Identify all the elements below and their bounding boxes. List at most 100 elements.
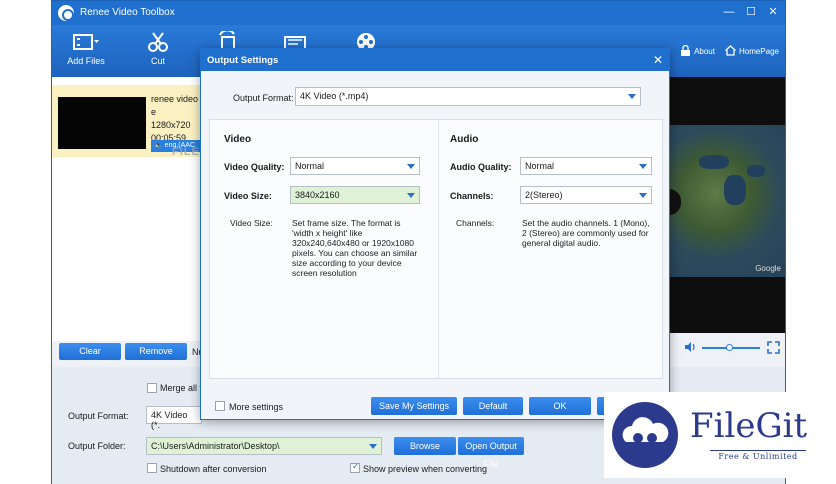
filegit-logo-icon [612,402,678,468]
desc-line: 320x240,640x480 or 1920x1080 [292,238,414,248]
map-lake-shape [747,165,765,177]
desc-line: 2 (Stereo) are commonly used for [522,228,649,238]
scissors-icon [148,32,168,52]
settings-panel: Video Video Quality: Normal Video Size: … [209,119,663,379]
file-info: renee video e 1280x720 00:05:59 [151,93,202,145]
chevron-down-icon[interactable] [369,444,377,449]
title-bar: Renee Video Toolbox — ☐ ✕ [52,1,785,25]
ok-button[interactable]: OK [529,397,591,415]
channels-label: Channels: [450,191,494,201]
dialog-title: Output Settings [207,55,279,66]
more-settings-checkbox[interactable] [215,401,225,411]
output-format-value: 4K Video (*. [151,410,188,430]
desc-line: size according to your device [292,258,402,268]
video-quality-label: Video Quality: [224,162,285,172]
chevron-down-icon[interactable] [628,94,636,99]
filegit-watermark: FileGit Free & Unlimited [604,392,836,478]
map-attribution: Google [755,264,781,273]
map-lake-shape [724,175,746,205]
audio-quality-label: Audio Quality: [450,162,512,172]
remove-button[interactable]: Remove [125,343,187,360]
output-folder-value: C:\Users\Administrator\Desktop\ [151,441,280,451]
desc-line: Set the audio channels. 1 (Mono), [522,218,650,228]
player-controls [664,339,784,357]
app-title: Renee Video Toolbox [80,7,175,18]
close-button[interactable]: ✕ [765,4,781,20]
dialog-output-format-select[interactable]: 4K Video (*.mp4) [295,87,641,106]
more-settings-label: More settings [229,402,284,412]
desc-line: pixels. You can choose an similar [292,248,418,258]
window-controls: — ☐ ✕ [721,4,781,20]
video-thumbnail [58,97,146,149]
panel-divider [438,120,439,378]
output-format-label: Output Format: [68,411,129,421]
video-size-label: Video Size: [224,191,272,201]
shutdown-label: Shutdown after conversion [160,464,267,474]
filegit-name: FileGit [690,406,808,446]
output-settings-dialog: Output Settings ✕ Output Format: 4K Vide… [200,48,670,420]
show-preview-checkbox[interactable] [350,461,360,473]
cut-label: Cut [150,56,165,66]
default-button[interactable]: Default [463,397,523,415]
file-name: renee video e [151,94,199,117]
volume-icon[interactable] [684,341,696,353]
homepage-link[interactable]: HomePage [725,45,779,56]
speaker-icon: 🔈 [154,142,163,149]
output-folder-label: Output Folder: [68,441,126,451]
video-size-description: Set frame size. The format is 'width x h… [292,218,417,278]
channels-desc-label: Channels: [456,218,495,228]
map-lake-shape [699,155,729,169]
dialog-title-bar: Output Settings [201,49,669,71]
audio-quality-value: Normal [525,161,555,171]
output-folder-input[interactable]: C:\Users\Administrator\Desktop\ [146,437,382,455]
preview-collapse-handle[interactable] [669,189,681,215]
add-files-button[interactable]: Add Files [56,31,116,66]
maximize-button[interactable]: ☐ [743,4,759,20]
filegit-tagline: Free & Unlimited [710,450,806,461]
channels-description: Set the audio channels. 1 (Mono), 2 (Ste… [522,218,650,248]
open-output-folder-button[interactable]: Open Output File [458,437,524,469]
video-size-select[interactable]: 3840x2160 [290,186,420,204]
video-quality-value: Normal [295,161,325,171]
add-video-icon [73,34,99,50]
minimize-button[interactable]: — [721,4,737,20]
merge-checkbox[interactable] [147,383,157,393]
cut-button[interactable]: Cut [128,31,188,66]
audio-quality-select[interactable]: Normal [520,157,652,175]
channels-select[interactable]: 2(Stereo) [520,186,652,204]
preview-frame: Google [669,125,785,277]
video-heading: Video [224,134,252,145]
channels-value: 2(Stereo) [525,190,563,200]
file-list: renee video e 1280x720 00:05:59 🔈 eng,(A… [52,77,203,341]
volume-slider-knob[interactable] [726,344,733,351]
video-size-value: 3840x2160 [295,190,340,200]
about-label: About [694,47,715,56]
audio-heading: Audio [450,134,479,145]
desc-line: general digital audio. [522,238,601,248]
homepage-label: HomePage [738,47,779,56]
chevron-down-icon[interactable] [407,164,415,169]
about-link[interactable]: About [680,44,715,56]
desc-line: screen resolution [292,268,357,278]
video-quality-select[interactable]: Normal [290,157,420,175]
merge-label: Merge all f [160,383,203,393]
output-format-select[interactable]: 4K Video (*. [146,406,202,430]
fullscreen-icon[interactable] [767,341,780,354]
video-size-desc-label: Video Size: [230,218,273,228]
chevron-down-icon[interactable] [407,193,415,198]
dialog-close-icon[interactable]: ✕ [653,53,663,67]
lock-icon [680,44,691,56]
chevron-down-icon[interactable] [639,164,647,169]
browse-button[interactable]: Browse [394,437,456,455]
add-files-label: Add Files [67,56,105,66]
save-settings-button[interactable]: Save My Settings [371,397,457,415]
shutdown-checkbox[interactable] [147,463,157,473]
toolbar-links: About HomePage [680,44,779,56]
app-logo-icon [58,5,74,21]
clear-button[interactable]: Clear [59,343,121,360]
home-icon [725,45,736,56]
chevron-down-icon[interactable] [639,193,647,198]
desc-line: Set frame size. The format is [292,218,401,228]
dialog-output-format-value: 4K Video (*.mp4) [300,91,369,101]
dialog-output-format-label: Output Format: [233,93,294,103]
